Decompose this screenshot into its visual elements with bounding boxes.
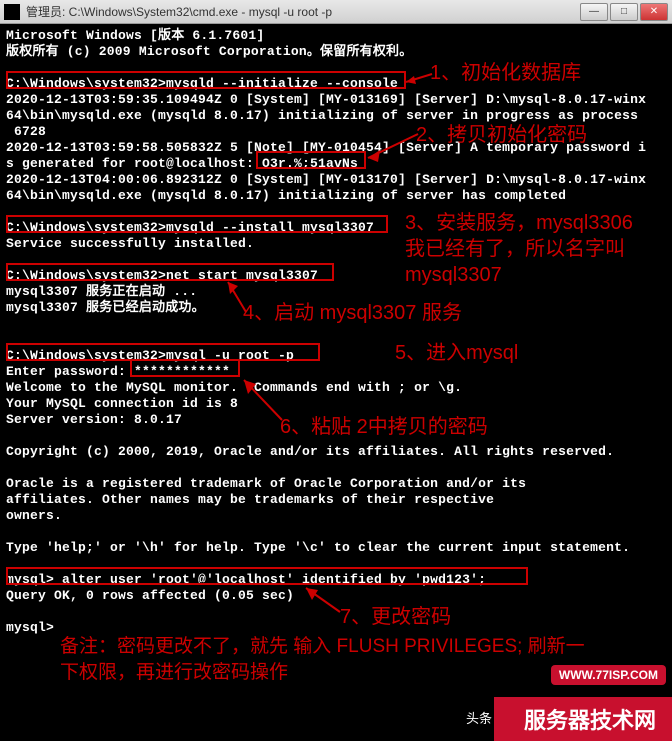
highlight-box-7 (6, 567, 528, 585)
annotation-5: 5、进入mysql (395, 340, 518, 366)
close-button[interactable]: ✕ (640, 3, 668, 21)
highlight-box-2 (256, 151, 366, 169)
toutiao-label: 头条 (466, 708, 492, 727)
highlight-box-3 (6, 215, 388, 233)
annotation-2: 2、拷贝初始化密码 (416, 122, 587, 148)
highlight-box-4 (6, 263, 334, 281)
annotation-4: 4、启动 mysql3307 服务 (243, 300, 462, 326)
annotation-1: 1、初始化数据库 (430, 60, 581, 86)
annotation-3-line2: 我已经有了，所以名字叫 (405, 236, 633, 262)
window-title: 管理员: C:\Windows\System32\cmd.exe - mysql… (26, 3, 580, 20)
footer-brand: 服务器技术网 (494, 697, 672, 741)
annotation-3-line1: 3、安装服务，mysql3306 (405, 210, 633, 236)
highlight-box-6 (130, 359, 240, 377)
annotation-3: 3、安装服务，mysql3306 我已经有了，所以名字叫 mysql3307 (405, 210, 633, 288)
window-titlebar: 管理员: C:\Windows\System32\cmd.exe - mysql… (0, 0, 672, 24)
minimize-button[interactable]: — (580, 3, 608, 21)
annotation-7: 7、更改密码 (340, 604, 451, 630)
watermark: WWW.77ISP.COM (551, 665, 666, 685)
annotation-6: 6、粘贴 2中拷贝的密码 (280, 414, 488, 440)
maximize-button[interactable]: □ (610, 3, 638, 21)
window-buttons: — □ ✕ (580, 3, 668, 21)
highlight-box-1 (6, 71, 406, 89)
annotation-3-line3: mysql3307 (405, 262, 633, 288)
terminal-output: Microsoft Windows [版本 6.1.7601] 版权所有 (c)… (0, 24, 672, 640)
footnote-line1: 备注：密码更改不了，就先 输入 FLUSH PRIVILEGES; 刷新一 (60, 634, 660, 660)
app-icon (4, 4, 20, 20)
